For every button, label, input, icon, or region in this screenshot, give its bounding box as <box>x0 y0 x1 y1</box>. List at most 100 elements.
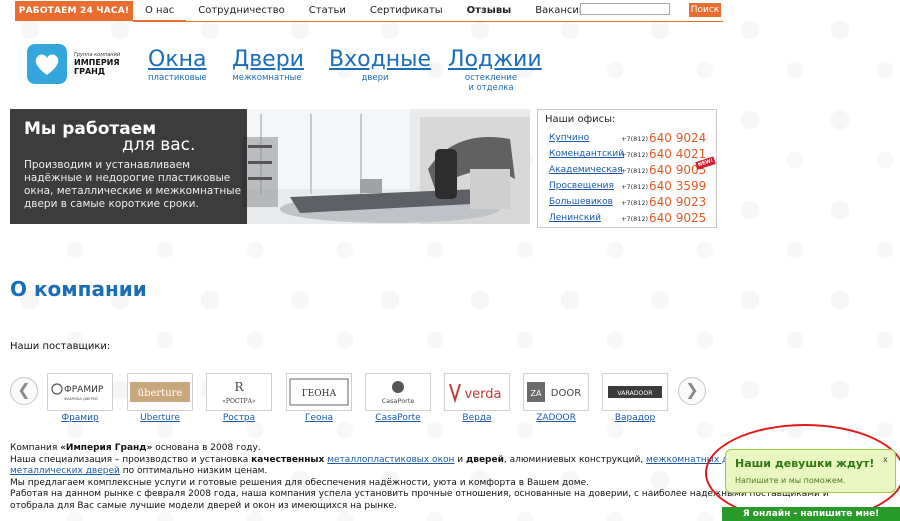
search-input[interactable] <box>580 3 670 15</box>
category-title: Входные <box>329 47 432 72</box>
supplier-item[interactable]: ГЕОНА Геона <box>286 373 352 425</box>
promo-banner[interactable]: Мы работаем для вас. Производим и устана… <box>10 109 530 224</box>
svg-text:«РОСТРА»: «РОСТРА» <box>222 398 256 405</box>
supplier-logo: ZA DOOR <box>523 373 589 411</box>
about-paragraph: Мы предлагаем комплексные услуги и готов… <box>10 477 589 488</box>
banner-text-panel: Мы работаем для вас. Производим и устана… <box>10 109 247 224</box>
suppliers-heading: Наши поставщики: <box>10 341 111 352</box>
uberture-logo-icon: überture <box>130 382 190 402</box>
office-row: Большевиков +7(812) 640 9023 <box>549 194 715 210</box>
supplier-logo: ФРАМИР ФАБРИКА ДВЕРЕЙ <box>47 373 113 411</box>
text-span: , алюминиевых конструкций, <box>503 454 647 465</box>
svg-text:ГЕОНА: ГЕОНА <box>302 389 337 399</box>
category-windows[interactable]: Окна пластиковые <box>148 47 207 83</box>
text-span: и <box>454 454 466 465</box>
about-paragraph: отобрала для Вас самые лучшие модели две… <box>10 500 397 511</box>
office-phone: 640 3599 <box>649 179 707 193</box>
text-span: по оптимально низким ценам. <box>119 466 268 477</box>
text-bold: дверей <box>465 454 504 465</box>
logo-name-line1: ИМПЕРИЯ <box>74 58 120 67</box>
supplier-item[interactable]: ZA DOOR ZA DOOR <box>523 373 589 425</box>
about-paragraph: Наша специализация – производство и уста… <box>10 454 759 467</box>
offices-panel: Наши офисы: Купчино +7(812) 640 9024 Ком… <box>537 109 717 228</box>
text-span: Наша специализация – производство и уста… <box>10 454 252 465</box>
office-row: Академическая +7(812) 640 9005 NEW! <box>549 156 717 178</box>
supplier-item[interactable]: verda Верда <box>444 373 510 425</box>
office-link[interactable]: Комендантский <box>549 149 624 159</box>
svg-text:verda: verda <box>464 387 501 402</box>
office-phone-code: +7(812) <box>621 135 649 143</box>
supplier-link[interactable]: CasaPorte <box>359 413 437 423</box>
office-link[interactable]: Купчино <box>549 133 589 143</box>
office-link[interactable]: Ленинский <box>549 213 601 223</box>
supplier-logo: verda <box>444 373 510 411</box>
nav-certificates[interactable]: Сертификаты <box>358 0 455 22</box>
supplier-logo: ГЕОНА <box>286 373 352 411</box>
nav-reviews[interactable]: Отзывы <box>455 0 524 22</box>
link-plastic-windows[interactable]: металлопластиковых окон <box>327 455 454 465</box>
close-icon[interactable]: x <box>883 455 888 464</box>
office-phone-code: +7(812) <box>621 199 649 207</box>
nav-cooperation[interactable]: Сотрудничество <box>186 0 297 22</box>
search-button[interactable]: Поиск <box>689 3 721 17</box>
office-link[interactable]: Просвещения <box>549 181 614 191</box>
about-paragraph: Компания «Империя Гранд» основана в 2008… <box>10 443 710 455</box>
svg-text:VARADOOR: VARADOOR <box>617 390 653 397</box>
page-title: О компании <box>10 277 147 301</box>
supplier-logo: CasaPorte <box>365 373 431 411</box>
nav-articles[interactable]: Статьи <box>297 0 358 22</box>
link-metal-doors[interactable]: металлических дверей <box>10 466 120 476</box>
geona-logo-icon: ГЕОНА <box>289 378 349 406</box>
category-title: Окна <box>148 47 207 72</box>
nav-about[interactable]: О нас <box>133 0 187 22</box>
chat-popup[interactable]: Наши девушки ждут! Напишите и мы поможем… <box>725 449 896 493</box>
office-row: Просвещения +7(812) 640 3599 <box>549 178 715 194</box>
supplier-link[interactable]: ZADOOR <box>517 413 595 423</box>
office-row: Комендантский +7(812) 640 4021 <box>549 146 715 162</box>
carousel-next-button[interactable]: ❯ <box>678 377 706 405</box>
chat-online-button[interactable]: Я онлайн - напишите мне! <box>722 507 900 521</box>
office-link[interactable]: Большевиков <box>549 197 613 207</box>
logo-name: ИМПЕРИЯ ГРАНД <box>74 58 120 76</box>
casaporte-logo-icon: CasaPorte <box>382 381 414 405</box>
supplier-link[interactable]: Ростра <box>200 413 278 423</box>
supplier-link[interactable]: Uberture <box>121 413 199 423</box>
svg-text:ZA: ZA <box>531 389 542 398</box>
office-phone: 640 9023 <box>649 195 707 209</box>
supplier-item[interactable]: überture Uberture <box>127 373 193 425</box>
carousel-prev-button[interactable]: ❮ <box>10 377 38 405</box>
chevron-right-icon: ❯ <box>685 380 699 399</box>
svg-text:DOOR: DOOR <box>551 388 581 399</box>
supplier-logo: VARADOOR <box>602 373 668 411</box>
supplier-link[interactable]: Верда <box>438 413 516 423</box>
supplier-logo: R «РОСТРА» <box>206 373 272 411</box>
chevron-left-icon: ❮ <box>17 380 31 399</box>
logo[interactable]: Группа компаний ИМПЕРИЯ ГРАНД <box>27 44 145 84</box>
supplier-item[interactable]: VARADOOR Варадор <box>602 373 668 425</box>
category-loggias[interactable]: Лоджии остекление и отделка <box>448 47 542 93</box>
framir-logo-icon: ФРАМИР ФАБРИКА ДВЕРЕЙ <box>51 383 104 401</box>
banner-description: Производим и устанавливаем надёжные и не… <box>24 159 242 210</box>
office-link[interactable]: Академическая <box>549 165 623 175</box>
supplier-logo: überture <box>127 373 193 411</box>
supplier-item[interactable]: R «РОСТРА» Ростра <box>206 373 272 425</box>
supplier-link[interactable]: Фрамир <box>41 413 119 423</box>
office-phone: 640 9025 <box>649 211 707 225</box>
category-entrance-doors[interactable]: Входные двери <box>329 47 432 83</box>
category-subtitle: межкомнатные <box>232 73 302 83</box>
office-phone-code: +7(812) <box>621 183 649 191</box>
logo-heart-icon <box>27 44 67 84</box>
supplier-item[interactable]: ФРАМИР ФАБРИКА ДВЕРЕЙ Фрамир <box>47 373 113 425</box>
svg-text:überture: überture <box>138 388 183 399</box>
svg-text:ФАБРИКА ДВЕРЕЙ: ФАБРИКА ДВЕРЕЙ <box>64 396 98 401</box>
category-subtitle-2: и отделка <box>468 83 514 93</box>
office-row: Купчино +7(812) 640 9024 <box>549 130 715 146</box>
supplier-link[interactable]: Геона <box>280 413 358 423</box>
supplier-item[interactable]: CasaPorte CasaPorte <box>365 373 431 425</box>
svg-text:R: R <box>234 380 244 394</box>
supplier-link[interactable]: Варадор <box>596 413 674 423</box>
work-hours-badge: РАБОТАЕМ 24 ЧАСА! <box>15 1 133 21</box>
top-bar: РАБОТАЕМ 24 ЧАСА! О нас Сотрудничество С… <box>0 0 900 22</box>
category-interior-doors[interactable]: Двери межкомнатные <box>232 47 304 83</box>
text-span: основана в 2008 году. <box>152 443 261 453</box>
